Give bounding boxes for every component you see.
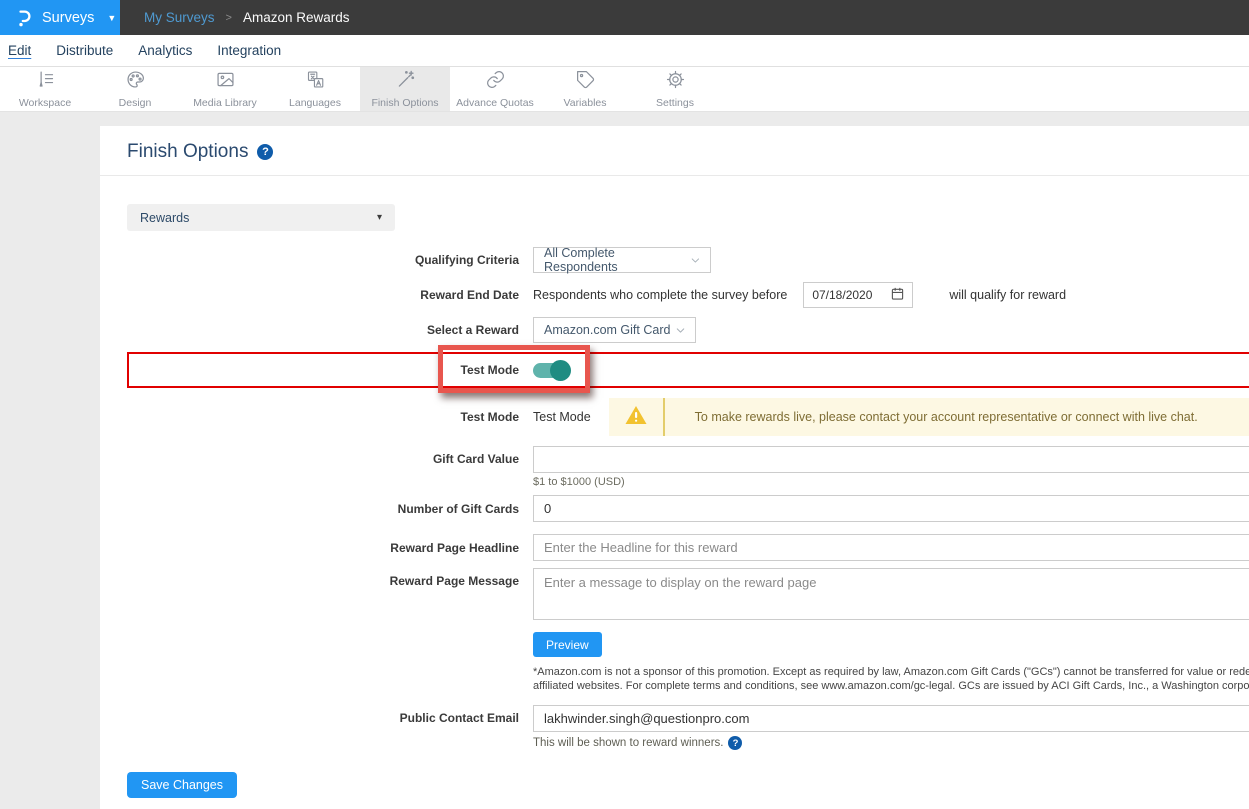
reward-page-message-label: Reward Page Message [100,568,533,595]
disclaimer-line-1: *Amazon.com is not a sponsor of this pro… [533,665,1249,679]
category-dropdown-value: Rewards [140,211,189,225]
test-mode-toggle-label: Test Mode [100,352,533,388]
rewards-form: Qualifying Criteria All Complete Respond… [100,247,1249,798]
number-of-gift-cards-label: Number of Gift Cards [100,502,533,516]
qualifying-criteria-label: Qualifying Criteria [100,253,533,267]
finish-options-wand-icon [395,69,416,95]
main-area: Finish Options ? Rewards ▾ Qualifying Cr… [0,112,1249,809]
finish-options-panel: Finish Options ? Rewards ▾ Qualifying Cr… [100,126,1249,809]
reward-page-headline-row: Reward Page Headline [100,534,1249,561]
languages-icon [305,69,326,95]
save-changes-button[interactable]: Save Changes [127,772,237,798]
toolbar-item-design[interactable]: Design [90,67,180,111]
reward-page-message-row: Reward Page Message [100,568,1249,625]
gift-card-value-row: Gift Card Value $1 to $1000 (USD) [100,446,1249,488]
qualifying-criteria-select[interactable]: All Complete Respondents [533,247,711,273]
tab-edit[interactable]: Edit [8,43,31,58]
media-library-icon [215,69,236,95]
disclaimer-line-2: affiliated websites. For complete terms … [533,679,1249,693]
test-mode-warning-banner: To make rewards live, please contact you… [609,398,1249,436]
test-mode-toggle-row: Test Mode [100,352,1249,388]
reward-page-headline-input[interactable] [533,534,1249,561]
calendar-icon[interactable] [891,287,904,303]
number-of-gift-cards-row: Number of Gift Cards [100,495,1249,522]
test-mode-status-row: Test Mode Test Mode To make rewards live… [100,398,1249,436]
test-mode-status-value: Test Mode [533,410,591,424]
variables-tag-icon [575,69,596,95]
toolbar-item-variables[interactable]: Variables [540,67,630,111]
main-nav-tabs: Edit Distribute Analytics Integration [0,35,1249,67]
public-contact-email-row: Public Contact Email This will be shown … [100,705,1249,750]
qualifying-criteria-row: Qualifying Criteria All Complete Respond… [100,247,1249,273]
chevron-down-icon: ▼ [107,13,116,23]
tab-integration[interactable]: Integration [217,43,281,58]
advance-quotas-chain-icon [485,69,506,95]
page-help-icon[interactable]: ? [257,144,273,160]
breadcrumb-current-survey: Amazon Rewards [243,10,350,25]
warning-triangle-icon [624,404,648,431]
reward-end-date-input[interactable]: 07/18/2020 [803,282,913,308]
save-row: Save Changes [127,772,1249,798]
finish-option-category-dropdown[interactable]: Rewards ▾ [127,204,395,231]
preview-row: Preview [533,632,1249,657]
select-reward-label: Select a Reward [100,323,533,337]
chevron-down-icon [674,324,687,337]
gift-card-value-label: Gift Card Value [100,446,533,473]
reward-end-date-prefix: Respondents who complete the survey befo… [533,288,787,302]
gift-card-value-helper: $1 to $1000 (USD) [533,476,1249,488]
select-reward-select[interactable]: Amazon.com Gift Card [533,317,696,343]
caret-down-icon: ▾ [377,212,382,223]
test-mode-toggle[interactable] [533,363,568,378]
workspace-icon [35,69,56,95]
toolbar-item-workspace[interactable]: Workspace [0,67,90,111]
number-of-gift-cards-input[interactable] [533,495,1249,522]
questionpro-logo-icon [13,8,33,28]
chevron-down-icon [689,254,702,267]
select-reward-row: Select a Reward Amazon.com Gift Card [100,317,1249,343]
settings-gear-icon [665,69,686,95]
tab-distribute[interactable]: Distribute [56,43,113,58]
toolbar-item-media-library[interactable]: Media Library [180,67,270,111]
product-label: Surveys [42,10,94,26]
test-mode-status-label: Test Mode [100,410,533,424]
edit-toolbar: Workspace Design Media Library [0,67,1249,112]
page-title: Finish Options [127,141,248,163]
reward-end-date-label: Reward End Date [100,288,533,302]
public-contact-email-helper: This will be shown to reward winners. ? [533,736,1249,750]
design-palette-icon [125,69,146,95]
toolbar-item-advance-quotas[interactable]: Advance Quotas [450,67,540,111]
toggle-knob [550,360,571,381]
toolbar-item-finish-options[interactable]: Finish Options [360,67,450,111]
reward-end-date-suffix: will qualify for reward [949,288,1066,302]
preview-button[interactable]: Preview [533,632,602,657]
public-contact-email-label: Public Contact Email [100,705,533,732]
email-help-icon[interactable]: ? [728,736,742,750]
reward-page-headline-label: Reward Page Headline [100,541,533,555]
breadcrumb-separator: > [226,12,232,24]
amazon-disclaimer: *Amazon.com is not a sponsor of this pro… [533,665,1249,693]
breadcrumb-my-surveys[interactable]: My Surveys [144,10,215,25]
toolbar-item-settings[interactable]: Settings [630,67,720,111]
breadcrumb: My Surveys > Amazon Rewards [144,0,350,35]
surveys-product-menu[interactable]: Surveys ▼ [0,0,120,35]
top-bar: Surveys ▼ My Surveys > Amazon Rewards [0,0,1249,35]
gift-card-value-input[interactable] [533,446,1249,473]
page-header: Finish Options ? [100,126,1249,176]
warning-message: To make rewards live, please contact you… [665,398,1198,436]
toolbar-item-languages[interactable]: Languages [270,67,360,111]
reward-page-message-textarea[interactable] [533,568,1249,620]
tab-analytics[interactable]: Analytics [138,43,192,58]
public-contact-email-input[interactable] [533,705,1249,732]
reward-end-date-row: Reward End Date Respondents who complete… [100,282,1249,308]
